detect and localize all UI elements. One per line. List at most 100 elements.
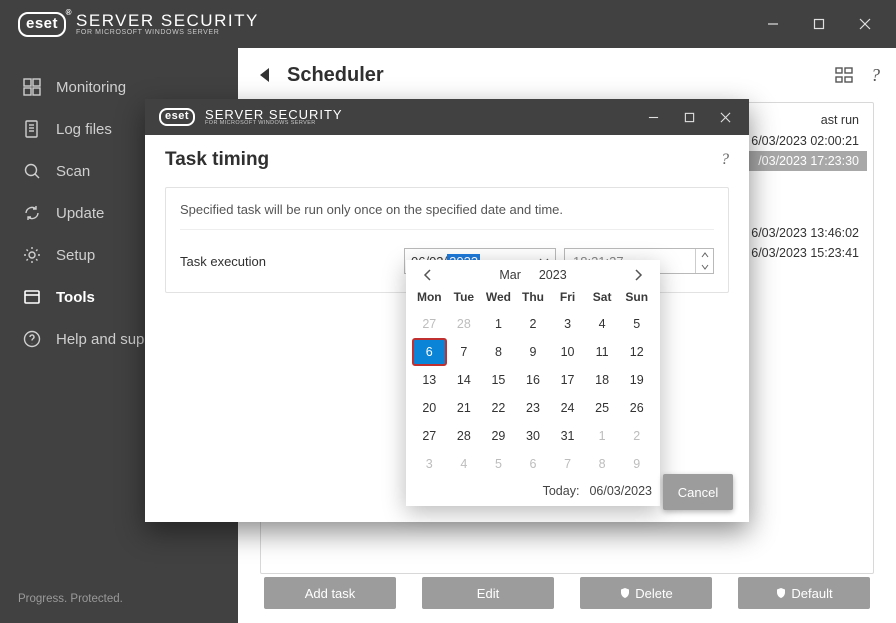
dp-day[interactable]: 22 <box>481 394 516 422</box>
dp-day[interactable]: 10 <box>550 338 585 366</box>
dp-today-date[interactable]: 06/03/2023 <box>589 484 652 498</box>
dp-day[interactable]: 9 <box>516 338 551 366</box>
dp-day[interactable]: 12 <box>619 338 654 366</box>
dp-dow-header: Wed <box>481 286 516 310</box>
window-controls <box>750 8 888 40</box>
dp-dow-header: Sun <box>619 286 654 310</box>
sidebar-item-label: Update <box>56 205 104 222</box>
sidebar-footer: Progress. Protected. <box>0 593 238 623</box>
dp-day[interactable]: 4 <box>585 310 620 338</box>
dp-day[interactable]: 13 <box>412 366 447 394</box>
dp-day[interactable]: 23 <box>516 394 551 422</box>
dp-day[interactable]: 6 <box>516 450 551 478</box>
next-month-button[interactable] <box>626 269 650 281</box>
dialog-help-icon[interactable]: ? <box>721 151 729 169</box>
help-icon <box>22 330 42 348</box>
dp-day[interactable]: 29 <box>481 422 516 450</box>
dialog-close-button[interactable] <box>707 99 743 135</box>
dp-today-label: Today: <box>543 484 580 498</box>
dp-day[interactable]: 8 <box>481 338 516 366</box>
page-header: Scheduler ? <box>238 48 896 102</box>
dp-day[interactable]: 6 <box>412 338 447 366</box>
dp-day[interactable]: 5 <box>481 450 516 478</box>
dp-day[interactable]: 1 <box>481 310 516 338</box>
dp-day[interactable]: 30 <box>516 422 551 450</box>
add-task-button[interactable]: Add task <box>264 577 396 609</box>
dp-day[interactable]: 2 <box>619 422 654 450</box>
dp-day[interactable]: 19 <box>619 366 654 394</box>
main-titlebar: eset® SERVER SECURITY FOR MICROSOFT WIND… <box>0 0 896 48</box>
monitoring-icon <box>22 78 42 96</box>
dp-day[interactable]: 18 <box>585 366 620 394</box>
setup-icon <box>22 246 42 264</box>
date-picker-popup: Mar 2023 MonTueWedThuFriSatSun2728123456… <box>406 260 660 506</box>
dp-day[interactable]: 17 <box>550 366 585 394</box>
dp-day[interactable]: 2 <box>516 310 551 338</box>
dp-day[interactable]: 25 <box>585 394 620 422</box>
dp-dow-header: Tue <box>447 286 482 310</box>
header-help-icon[interactable]: ? <box>871 65 880 86</box>
dp-day[interactable]: 28 <box>447 422 482 450</box>
sidebar-item-label: Scan <box>56 163 90 180</box>
cancel-button[interactable]: Cancel <box>663 474 733 510</box>
dp-day[interactable]: 26 <box>619 394 654 422</box>
dp-day[interactable]: 4 <box>447 450 482 478</box>
app-subtitle: FOR MICROSOFT WINDOWS SERVER <box>76 29 259 36</box>
maximize-button[interactable] <box>796 8 842 40</box>
task-execution-label: Task execution <box>180 254 404 269</box>
dialog-title: Task timing <box>165 149 269 171</box>
bottom-buttons: Add task Edit Delete Default <box>238 577 896 609</box>
tools-icon <box>22 288 42 306</box>
spinner-down-icon[interactable] <box>696 261 713 273</box>
dp-day[interactable]: 16 <box>516 366 551 394</box>
delete-button[interactable]: Delete <box>580 577 712 609</box>
view-toggle-icon[interactable] <box>835 66 853 84</box>
spinner-up-icon[interactable] <box>696 249 713 261</box>
app-title: SERVER SECURITY <box>76 12 259 29</box>
eset-badge: eset® <box>18 12 66 37</box>
sidebar-item-label: Monitoring <box>56 79 126 96</box>
shield-icon <box>775 587 787 599</box>
dp-dow-header: Fri <box>550 286 585 310</box>
dp-day[interactable]: 27 <box>412 310 447 338</box>
dp-day[interactable]: 1 <box>585 422 620 450</box>
dp-day[interactable]: 24 <box>550 394 585 422</box>
prev-month-button[interactable] <box>416 269 440 281</box>
dp-day[interactable]: 3 <box>412 450 447 478</box>
dp-day[interactable]: 9 <box>619 450 654 478</box>
back-button[interactable] <box>260 68 269 82</box>
dp-dow-header: Thu <box>516 286 551 310</box>
dp-month-label[interactable]: Mar <box>499 268 521 282</box>
sidebar-item-label: Log files <box>56 121 112 138</box>
dp-day[interactable]: 21 <box>447 394 482 422</box>
dp-year-label[interactable]: 2023 <box>539 268 567 282</box>
time-spinner[interactable] <box>695 249 713 273</box>
dialog-maximize-button[interactable] <box>671 99 707 135</box>
dp-day[interactable]: 8 <box>585 450 620 478</box>
dp-day[interactable]: 5 <box>619 310 654 338</box>
dp-day[interactable]: 20 <box>412 394 447 422</box>
close-button[interactable] <box>842 8 888 40</box>
dp-day[interactable]: 15 <box>481 366 516 394</box>
divider <box>180 229 714 230</box>
default-button[interactable]: Default <box>738 577 870 609</box>
dp-day[interactable]: 27 <box>412 422 447 450</box>
update-icon <box>22 204 42 222</box>
dp-day[interactable]: 7 <box>447 338 482 366</box>
app-logo: eset® SERVER SECURITY FOR MICROSOFT WIND… <box>18 12 259 37</box>
dp-day[interactable]: 14 <box>447 366 482 394</box>
dp-day[interactable]: 31 <box>550 422 585 450</box>
page-title: Scheduler <box>287 64 384 87</box>
dp-day[interactable]: 28 <box>447 310 482 338</box>
scan-icon <box>22 162 42 180</box>
minimize-button[interactable] <box>750 8 796 40</box>
logfiles-icon <box>22 120 42 138</box>
shield-icon <box>619 587 631 599</box>
dialog-titlebar: eset SERVER SECURITY FOR MICROSOFT WINDO… <box>145 99 749 135</box>
dp-day[interactable]: 7 <box>550 450 585 478</box>
dp-day[interactable]: 3 <box>550 310 585 338</box>
dp-day[interactable]: 11 <box>585 338 620 366</box>
dialog-minimize-button[interactable] <box>635 99 671 135</box>
edit-button[interactable]: Edit <box>422 577 554 609</box>
dp-dow-header: Sat <box>585 286 620 310</box>
